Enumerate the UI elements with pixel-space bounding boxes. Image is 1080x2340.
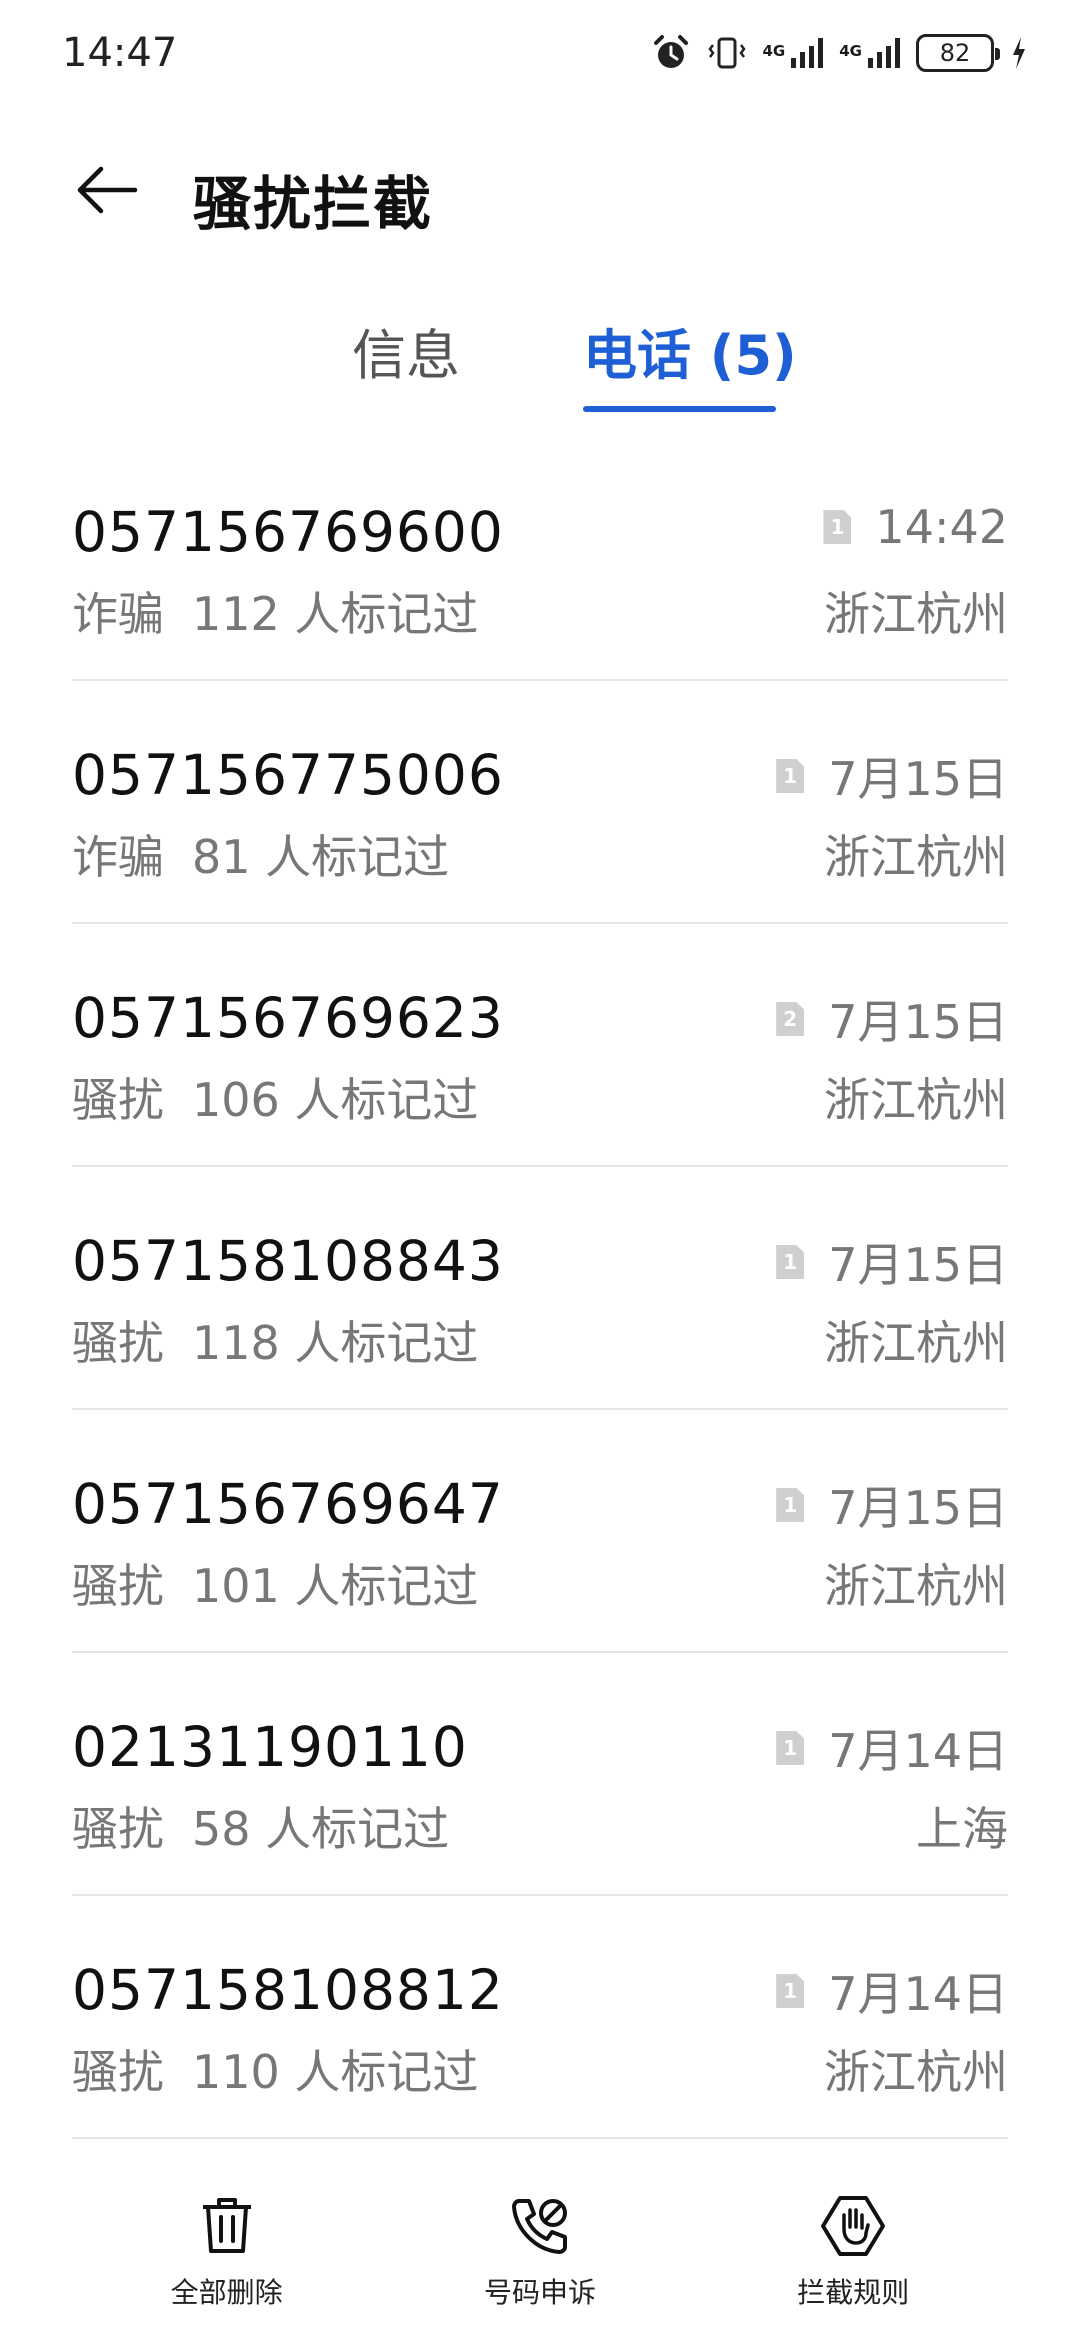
back-button[interactable] <box>72 160 142 220</box>
call-row[interactable]: 057156769647 骚扰 101 人标记过 1 7月15日 浙江杭州 <box>72 1410 1008 1653</box>
call-location: 浙江杭州 <box>824 587 1008 641</box>
delete-all-label: 全部删除 <box>170 2276 283 2309</box>
status-time: 14:47 <box>62 29 178 76</box>
call-time: 7月15日 <box>828 1238 1008 1292</box>
tabs: 信息 电话 (5) <box>0 318 1080 418</box>
call-number: 057156769623 <box>72 986 504 1050</box>
call-time-group: 1 7月15日 <box>776 743 1008 809</box>
call-time: 7月14日 <box>828 1967 1008 2021</box>
call-number: 057156775006 <box>72 743 504 807</box>
call-row[interactable]: 057156769623 骚扰 106 人标记过 2 7月15日 浙江杭州 <box>72 924 1008 1167</box>
call-meta: 骚扰 106 人标记过 <box>72 1064 478 1130</box>
call-location: 浙江杭州 <box>824 830 1008 884</box>
header: 骚扰拦截 <box>0 135 1080 245</box>
phone-appeal-icon <box>511 2199 567 2254</box>
call-number: 057156769600 <box>72 500 504 564</box>
call-location: 浙江杭州 <box>824 1316 1008 1370</box>
call-tag: 诈骗 <box>72 587 164 641</box>
call-time-group: 1 7月15日 <box>776 1229 1008 1295</box>
sim-card-icon: 1 <box>823 510 852 544</box>
sim-card-icon: 1 <box>776 1488 805 1522</box>
battery-level: 82 <box>939 38 971 67</box>
trash-icon <box>202 2198 251 2253</box>
number-appeal-button[interactable]: 号码申诉 <box>410 2195 670 2340</box>
call-mark-count: 110 人标记过 <box>192 2045 479 2099</box>
call-time: 7月15日 <box>828 752 1008 806</box>
call-row[interactable]: 057156775006 诈骗 81 人标记过 1 7月15日 浙江杭州 <box>72 681 1008 924</box>
call-time-group: 1 14:42 <box>823 500 1008 554</box>
call-time: 7月14日 <box>828 1724 1008 1778</box>
sim-card-icon: 1 <box>776 1245 805 1279</box>
call-list: 057156769600 诈骗 112 人标记过 1 14:42 浙江杭州 0571… <box>0 438 1080 2139</box>
call-location: 浙江杭州 <box>824 2045 1008 2099</box>
delete-all-button[interactable]: 全部删除 <box>97 2195 357 2340</box>
call-number: 057158108812 <box>72 1958 504 2022</box>
call-location: 上海 <box>916 1802 1008 1856</box>
call-location: 浙江杭州 <box>824 1559 1008 1613</box>
call-meta: 诈骗 112 人标记过 <box>72 578 478 644</box>
call-mark-count: 118 人标记过 <box>192 1316 479 1370</box>
sim-card-icon: 1 <box>776 759 805 793</box>
call-mark-count: 81 人标记过 <box>192 830 450 884</box>
screen: 14:47 4G 4G 82 骚扰拦截 信息 电话 (5) 0571567696… <box>0 0 1080 2340</box>
call-meta: 诈骗 81 人标记过 <box>72 821 449 887</box>
call-meta: 骚扰 118 人标记过 <box>72 1307 478 1373</box>
call-mark-count: 101 人标记过 <box>192 1559 479 1613</box>
call-meta: 骚扰 110 人标记过 <box>72 2036 478 2102</box>
tab-active-indicator <box>583 406 776 412</box>
signal-tag-1: 4G <box>762 41 786 60</box>
call-time-group: 2 7月15日 <box>776 986 1008 1052</box>
block-rules-label: 拦截规则 <box>797 2276 910 2309</box>
sim-card-icon: 1 <box>776 1974 805 2008</box>
call-tag: 骚扰 <box>72 1559 164 1613</box>
tab-messages[interactable]: 信息 <box>352 318 460 394</box>
call-time: 7月15日 <box>828 1481 1008 1535</box>
call-time-group: 1 7月15日 <box>776 1472 1008 1538</box>
call-mark-count: 112 人标记过 <box>192 587 479 641</box>
call-mark-count: 106 人标记过 <box>192 1073 479 1127</box>
call-meta: 骚扰 58 人标记过 <box>72 1793 449 1859</box>
call-tag: 骚扰 <box>72 1316 164 1370</box>
signal-icon-1: 4G <box>762 37 824 68</box>
call-meta: 骚扰 101 人标记过 <box>72 1550 478 1616</box>
call-number: 057156769647 <box>72 1472 504 1536</box>
call-tag: 骚扰 <box>72 2045 164 2099</box>
back-arrow-icon <box>77 166 138 214</box>
call-location: 浙江杭州 <box>824 1073 1008 1127</box>
call-time-group: 1 7月14日 <box>776 1958 1008 2024</box>
call-row[interactable]: 057158108812 骚扰 110 人标记过 1 7月14日 浙江杭州 <box>72 1896 1008 2139</box>
sim-card-icon: 2 <box>776 1002 805 1036</box>
call-row[interactable]: 057156769600 诈骗 112 人标记过 1 14:42 浙江杭州 <box>72 438 1008 681</box>
call-tag: 骚扰 <box>72 1802 164 1856</box>
call-tag: 诈骗 <box>72 830 164 884</box>
charging-icon <box>1013 36 1025 69</box>
call-number: 057158108843 <box>72 1229 504 1293</box>
battery-icon: 82 <box>916 33 1000 72</box>
call-mark-count: 58 人标记过 <box>192 1802 450 1856</box>
call-time: 7月15日 <box>828 995 1008 1049</box>
block-rules-button[interactable]: 拦截规则 <box>723 2195 983 2340</box>
hand-stop-icon <box>821 2196 886 2256</box>
number-appeal-label: 号码申诉 <box>483 2276 596 2309</box>
call-time: 14:42 <box>875 500 1008 554</box>
call-tag: 骚扰 <box>72 1073 164 1127</box>
call-time-group: 1 7月14日 <box>776 1715 1008 1781</box>
tab-calls[interactable]: 电话 (5) <box>583 318 797 394</box>
bottom-action-bar: 全部删除 号码申诉 拦截规则 <box>0 2195 1080 2340</box>
page-title: 骚扰拦截 <box>193 170 434 238</box>
vibrate-icon <box>707 37 746 68</box>
status-icons: 4G 4G 82 <box>651 33 1029 73</box>
call-row[interactable]: 02131190110 骚扰 58 人标记过 1 7月14日 上海 <box>72 1653 1008 1896</box>
alarm-icon <box>653 34 688 68</box>
sim-card-icon: 1 <box>776 1731 805 1765</box>
call-row[interactable]: 057158108843 骚扰 118 人标记过 1 7月15日 浙江杭州 <box>72 1167 1008 1410</box>
signal-tag-2: 4G <box>839 41 862 60</box>
status-bar: 14:47 4G 4G 82 <box>0 0 1080 105</box>
call-number: 02131190110 <box>72 1715 468 1779</box>
signal-icon-2: 4G <box>839 37 900 68</box>
